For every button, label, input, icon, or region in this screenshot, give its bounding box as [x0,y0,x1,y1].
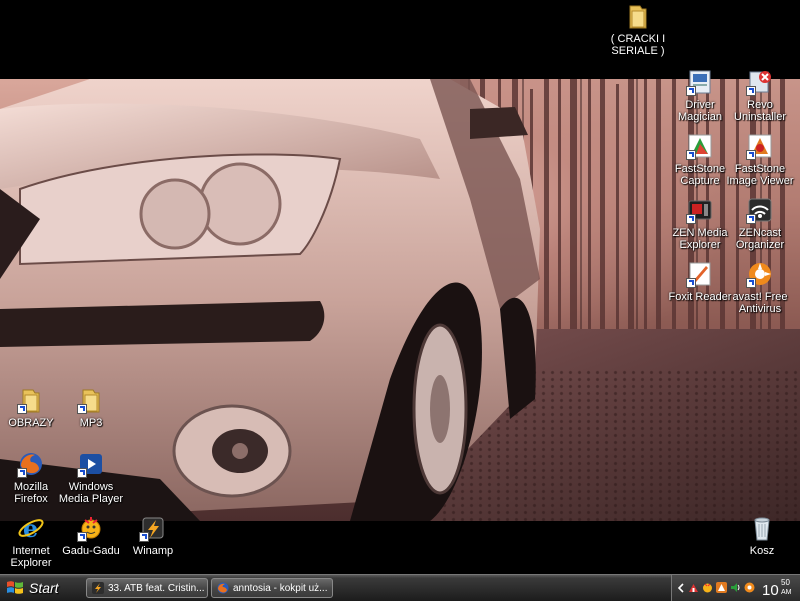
taskbar: Start 33. ATB feat. Cristin... anntosia … [0,574,800,601]
desktop-icon-windows-media-player[interactable]: Windows Media Player [53,450,129,505]
icon-label: Winamp [132,545,174,557]
avast-icon [746,260,774,288]
desktop-icon-winamp[interactable]: Winamp [115,514,191,557]
start-button[interactable]: Start [0,576,78,600]
icon-label: avast! Free Antivirus [732,291,788,315]
faststone-icon[interactable] [716,582,727,593]
desktop-icon-avast[interactable]: avast! Free Antivirus [722,260,798,315]
media-player-icon [77,450,105,478]
network-icon[interactable] [688,582,699,593]
desktop-icon-revo-uninstaller[interactable]: Revo Uninstaller [722,68,798,123]
taskbar-button-winamp[interactable]: 33. ATB feat. Cristin... [86,578,208,598]
avast-icon[interactable] [744,582,755,593]
system-tray: 10 50 AM [671,575,800,601]
gadu-gadu-icon[interactable] [702,582,713,593]
desktop-icon-cracki-seriale[interactable]: ( CRACKI I SERIALE ) [600,2,676,57]
icon-label: MP3 [79,417,103,429]
icon-label: Windows Media Player [58,481,124,505]
faststone-capture-icon [686,132,714,160]
folder-icon [77,386,105,414]
folder-icon [624,2,652,30]
zen-media-explorer-icon [686,196,714,224]
taskbar-button-firefox[interactable]: anntosia - kokpit uż... [211,578,333,598]
desktop-icon-faststone-image-viewer[interactable]: FastStone Image Viewer [722,132,798,187]
firefox-icon [17,450,45,478]
recycle-bin-icon [748,514,776,542]
desktop-icon-zencast-organizer[interactable]: ZENcast Organizer [722,196,798,251]
icon-label: FastStone Image Viewer [726,163,794,187]
driver-magician-icon [686,68,714,96]
winamp-icon [139,514,167,542]
clock-ampm: AM [781,589,792,596]
zencast-organizer-icon [746,196,774,224]
internet-explorer-icon: e [17,514,45,542]
chevron-left-icon[interactable] [677,583,685,593]
foxit-reader-icon [686,260,714,288]
desktop-icon-recycle-bin[interactable]: Kosz [724,514,800,557]
icon-label: ZENcast Organizer [735,227,785,251]
icon-label: ( CRACKI I SERIALE ) [610,33,666,57]
task-label: 33. ATB feat. Cristin... [108,582,205,594]
clock-minute: 50 [781,578,790,587]
clock[interactable]: 10 50 AM [762,577,796,599]
faststone-image-viewer-icon [746,132,774,160]
start-label: Start [29,580,59,596]
gadu-gadu-icon [77,514,105,542]
svg-text:e: e [23,514,38,542]
firefox-icon [217,582,229,594]
desktop-icon-mp3[interactable]: MP3 [53,386,129,429]
winamp-icon [92,582,104,594]
windows-logo-icon [7,581,23,594]
revo-uninstaller-icon [746,68,774,96]
task-label: anntosia - kokpit uż... [233,582,328,594]
clock-hour: 10 [762,582,779,599]
icon-label: Kosz [749,545,775,557]
speaker-icon[interactable] [730,582,741,593]
folder-icon [17,386,45,414]
icon-label: Revo Uninstaller [734,99,786,123]
